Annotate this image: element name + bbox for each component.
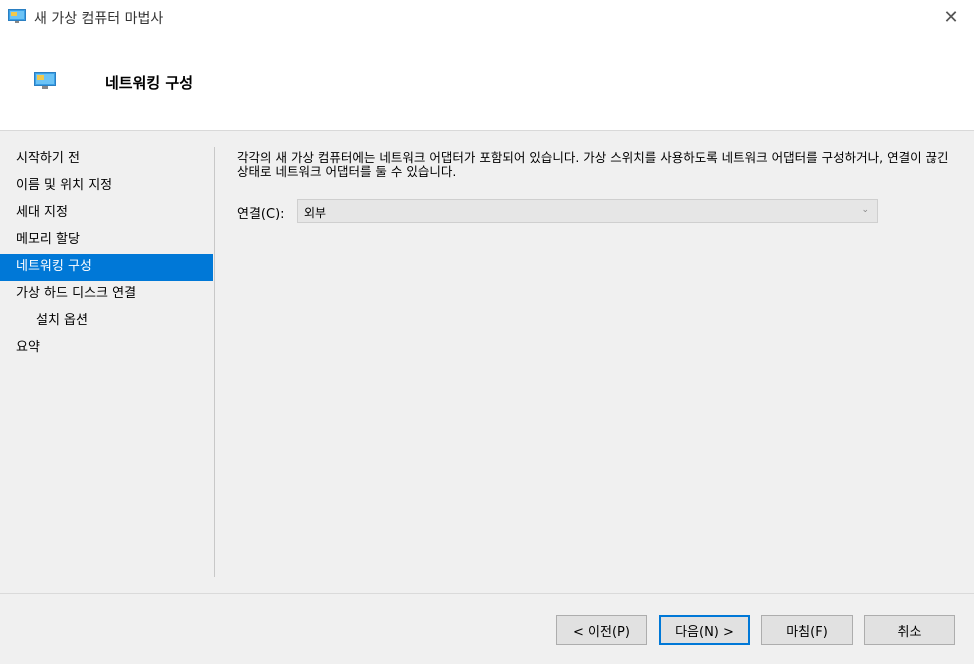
networking-content: 각각의 새 가상 컴퓨터에는 네트워크 어댑터가 포함되어 있습니다. 가상 스… <box>237 150 957 223</box>
window-title: 새 가상 컴퓨터 마법사 <box>34 11 164 27</box>
nav-item-generation[interactable]: 세대 지정 <box>0 200 213 227</box>
chevron-down-icon: ⌄ <box>861 205 869 215</box>
nav-item-memory[interactable]: 메모리 할당 <box>0 227 213 254</box>
nav-item-summary[interactable]: 요약 <box>0 335 213 362</box>
wizard-body: 시작하기 전 이름 및 위치 지정 세대 지정 메모리 할당 네트워킹 구성 가… <box>0 131 974 593</box>
connection-label: 연결(C): <box>237 207 285 222</box>
nav-divider <box>214 147 215 577</box>
cancel-button[interactable]: 취소 <box>864 615 955 645</box>
nav-item-name-location[interactable]: 이름 및 위치 지정 <box>0 173 213 200</box>
page-title: 네트워킹 구성 <box>105 74 194 92</box>
finish-button[interactable]: 마침(F) <box>761 615 853 645</box>
connection-value: 외부 <box>304 206 327 220</box>
connection-select[interactable]: 외부 ⌄ <box>297 199 878 223</box>
nav-item-installation-options[interactable]: 설치 옵션 <box>0 308 213 335</box>
monitor-icon <box>34 72 56 89</box>
monitor-icon <box>8 9 26 23</box>
close-button[interactable]: ✕ <box>928 0 974 34</box>
nav-item-before-you-begin[interactable]: 시작하기 전 <box>0 146 213 173</box>
nav-item-virtual-hard-disk[interactable]: 가상 하드 디스크 연결 <box>0 281 213 308</box>
step-nav: 시작하기 전 이름 및 위치 지정 세대 지정 메모리 할당 네트워킹 구성 가… <box>0 146 213 362</box>
button-bar: < 이전(P) 다음(N) > 마침(F) 취소 <box>0 593 974 664</box>
title-bar: 새 가상 컴퓨터 마법사 ✕ <box>0 0 974 34</box>
wizard-header: 네트워킹 구성 <box>0 34 974 131</box>
next-button[interactable]: 다음(N) > <box>659 615 750 645</box>
description-text: 각각의 새 가상 컴퓨터에는 네트워크 어댑터가 포함되어 있습니다. 가상 스… <box>237 150 949 179</box>
nav-item-networking[interactable]: 네트워킹 구성 <box>0 254 213 281</box>
previous-button[interactable]: < 이전(P) <box>556 615 647 645</box>
close-icon: ✕ <box>943 6 959 28</box>
